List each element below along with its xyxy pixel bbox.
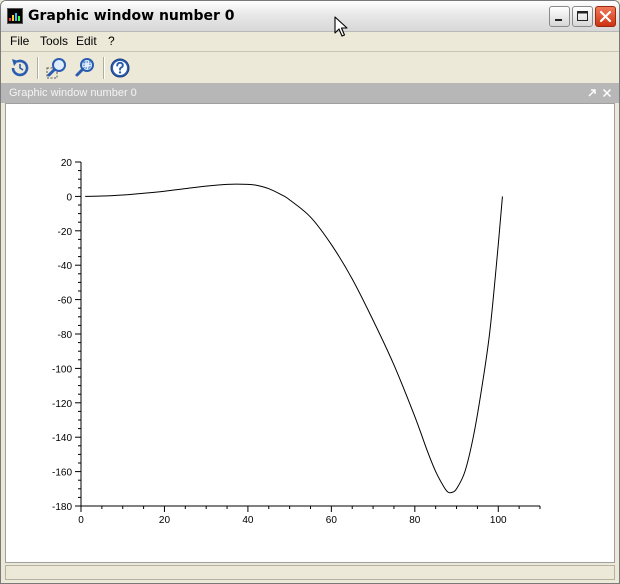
minimize-icon bbox=[555, 19, 562, 21]
y-tick-label: 0 bbox=[66, 192, 72, 203]
menu-tools[interactable]: Tools bbox=[40, 34, 68, 48]
y-tick-label: -80 bbox=[58, 330, 73, 341]
plot-canvas[interactable]: 0 20 40 60 80 100 20 0 -20 -40 -60 -80 -100 -120 -140 -… bbox=[5, 103, 615, 563]
window-title: Graphic window number 0 bbox=[28, 8, 235, 24]
x-tick-label: 80 bbox=[409, 515, 421, 526]
close-button[interactable] bbox=[595, 6, 616, 27]
menu-edit[interactable]: Edit bbox=[76, 34, 97, 48]
x-tick-label: 20 bbox=[159, 515, 171, 526]
line-chart: 0 20 40 60 80 100 20 0 -20 -40 -60 -80 -100 -120 -140 -… bbox=[52, 158, 541, 526]
menu-bar: File Tools Edit ? bbox=[1, 32, 619, 52]
toolbar-separator bbox=[37, 57, 39, 79]
panel-header: Graphic window number 0 bbox=[1, 83, 619, 103]
title-bar[interactable]: Graphic window number 0 bbox=[1, 1, 619, 32]
rotate-button[interactable] bbox=[8, 56, 32, 80]
maximize-icon bbox=[577, 11, 588, 21]
zoom-button[interactable] bbox=[45, 56, 69, 80]
zoom-fit-button[interactable] bbox=[73, 56, 97, 80]
zoom-icon bbox=[46, 58, 66, 79]
series-line bbox=[85, 183, 503, 494]
maximize-button[interactable] bbox=[572, 6, 593, 27]
undock-icon bbox=[588, 89, 596, 97]
status-bar bbox=[5, 565, 615, 580]
x-tick-label: 60 bbox=[326, 515, 338, 526]
menu-file[interactable]: File bbox=[10, 34, 29, 48]
rotate-3d-icon bbox=[11, 59, 29, 77]
undock-button[interactable] bbox=[586, 87, 598, 99]
graphic-window: Graphic window number 0 File Tools Edit … bbox=[0, 0, 620, 584]
mouse-cursor-icon bbox=[334, 16, 348, 37]
y-tick-label: -160 bbox=[52, 468, 72, 479]
y-tick-label: -100 bbox=[52, 364, 72, 375]
close-icon bbox=[599, 10, 612, 23]
help-button[interactable] bbox=[108, 56, 132, 80]
panel-title: Graphic window number 0 bbox=[9, 87, 137, 99]
y-tick-label: 20 bbox=[61, 158, 73, 169]
y-tick-label: -40 bbox=[58, 261, 73, 272]
y-tick-label: -140 bbox=[52, 433, 72, 444]
toolbar-separator bbox=[103, 57, 105, 79]
zoom-fit-icon bbox=[75, 58, 94, 77]
toolbar bbox=[1, 52, 619, 83]
x-tick-label: 0 bbox=[78, 515, 84, 526]
minimize-button[interactable] bbox=[549, 6, 570, 27]
help-icon bbox=[110, 58, 130, 78]
y-tick-label: -20 bbox=[58, 227, 73, 238]
scilab-graphic-icon bbox=[7, 8, 23, 24]
y-tick-label: -180 bbox=[52, 502, 72, 513]
x-tick-label: 100 bbox=[490, 515, 507, 526]
y-tick-label: -60 bbox=[58, 296, 73, 307]
x-tick-label: 40 bbox=[242, 515, 254, 526]
panel-close-icon bbox=[602, 88, 612, 98]
menu-help[interactable]: ? bbox=[108, 34, 115, 48]
panel-close-button[interactable] bbox=[601, 87, 613, 99]
y-tick-label: -120 bbox=[52, 399, 72, 410]
